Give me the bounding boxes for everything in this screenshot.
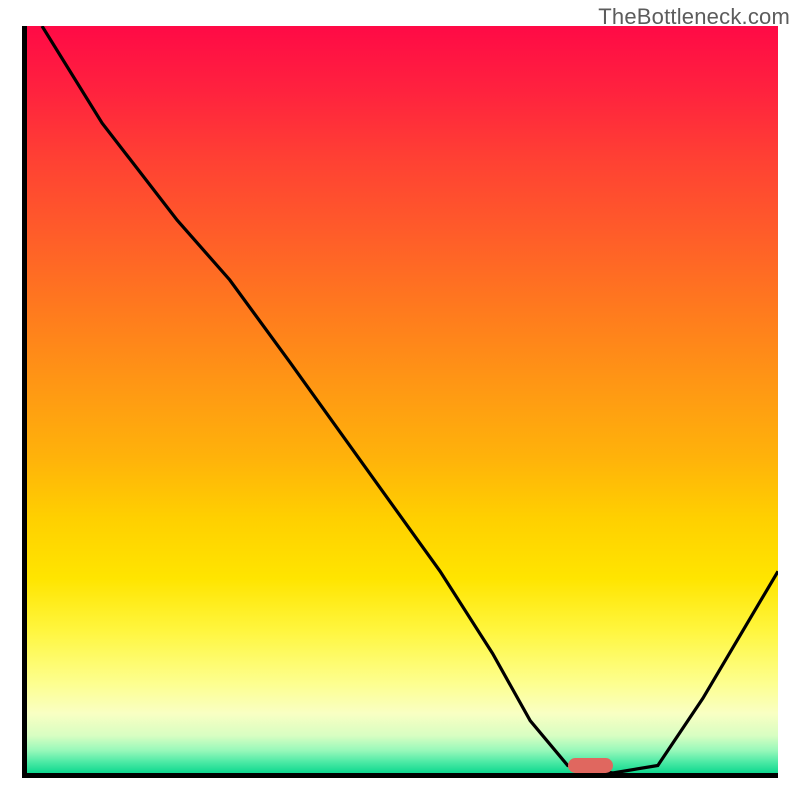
bottleneck-curve [27, 26, 778, 773]
optimal-marker [568, 758, 613, 773]
plot-area [22, 26, 778, 778]
chart-container: TheBottleneck.com [0, 0, 800, 800]
curve-line [42, 26, 778, 773]
